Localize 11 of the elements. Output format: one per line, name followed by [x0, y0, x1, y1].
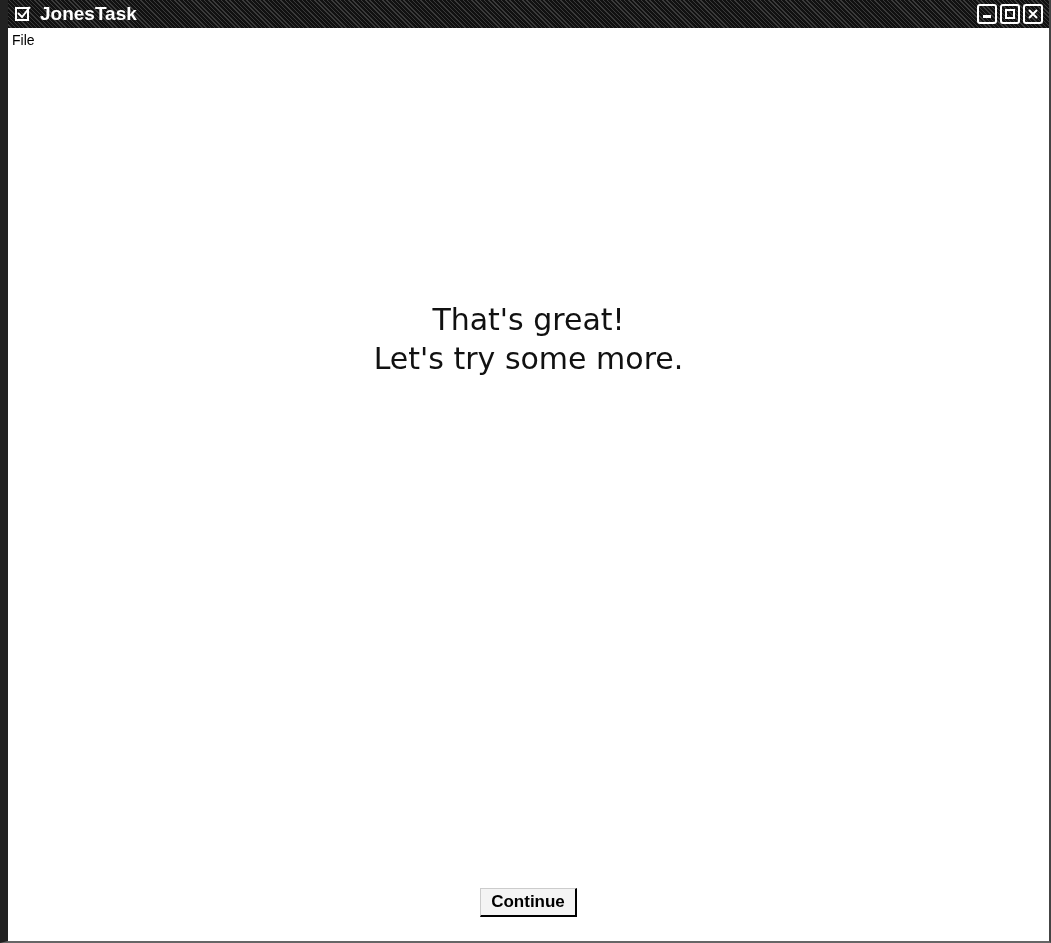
maximize-button[interactable] — [1000, 4, 1020, 24]
close-icon — [1028, 9, 1038, 19]
minimize-button[interactable] — [977, 4, 997, 24]
message-text: That's great! — [432, 302, 625, 337]
window-title: JonesTask — [40, 3, 137, 25]
continue-button[interactable]: Continue — [480, 888, 577, 917]
menu-item[interactable]: File — [12, 32, 35, 48]
message-text: Let's try some more. — [373, 341, 684, 376]
maximize-icon — [1005, 9, 1015, 19]
close-button[interactable] — [1023, 4, 1043, 24]
checkbox-icon — [14, 5, 32, 23]
